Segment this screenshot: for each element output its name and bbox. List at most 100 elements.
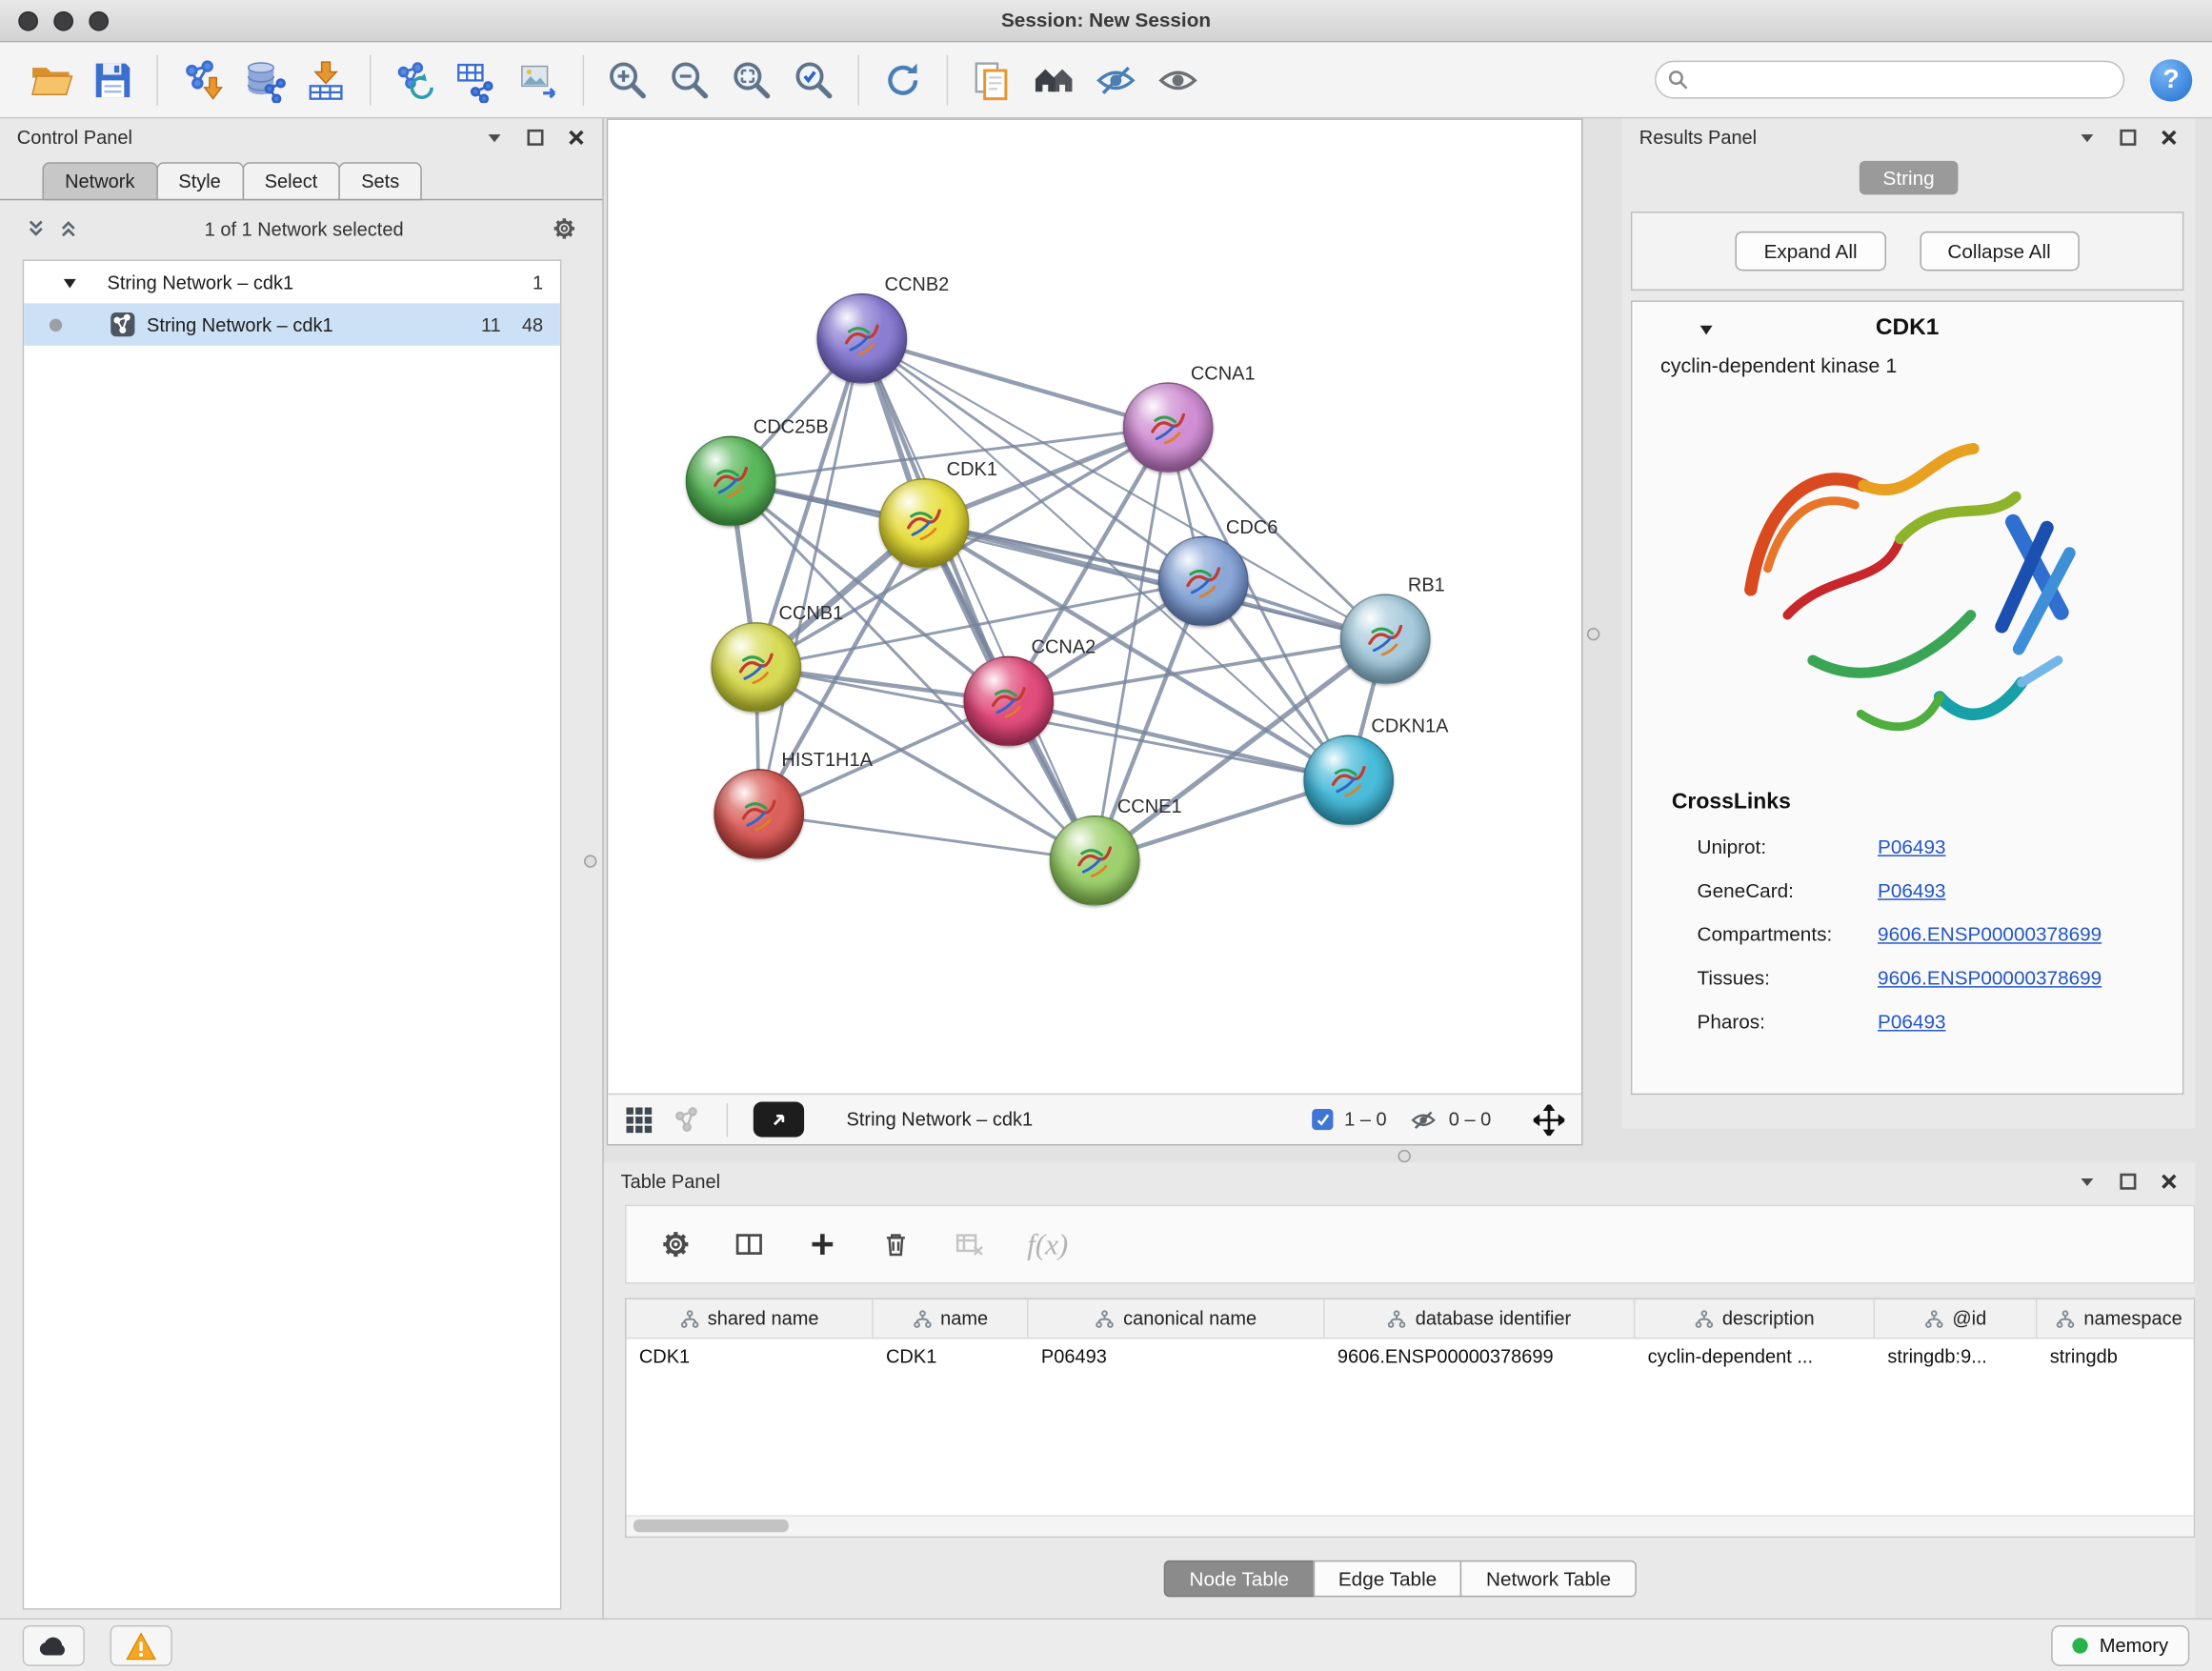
network-edge[interactable] bbox=[759, 814, 1095, 860]
new-network-from-selection-button[interactable] bbox=[384, 49, 446, 111]
function-builder-button[interactable]: f(x) bbox=[1027, 1227, 1068, 1262]
panel-float-button[interactable] bbox=[2119, 128, 2137, 146]
tab-network[interactable]: Network bbox=[42, 162, 157, 200]
window-zoom-button[interactable] bbox=[89, 11, 109, 31]
panel-float-button[interactable] bbox=[526, 128, 544, 146]
network-node-ccna1[interactable] bbox=[1123, 382, 1214, 473]
column-header[interactable]: database identifier bbox=[1325, 1299, 1636, 1338]
import-table-button[interactable] bbox=[295, 49, 357, 111]
crosslink-value-link[interactable]: P06493 bbox=[1878, 878, 1945, 901]
collapse-all-button[interactable]: Collapse All bbox=[1920, 232, 2080, 271]
crosslink-value-link[interactable]: P06493 bbox=[1878, 835, 1945, 857]
network-canvas[interactable]: CCNB2CCNA1CDC25BCDK1CDC6RB1CCNB1CCNA2CDK… bbox=[608, 120, 1581, 1094]
tab-node-table[interactable]: Node Table bbox=[1164, 1560, 1315, 1598]
tab-string[interactable]: String bbox=[1859, 161, 1959, 195]
panel-close-button[interactable] bbox=[2160, 128, 2178, 146]
show-columns-button[interactable] bbox=[734, 1229, 765, 1260]
network-node-label: CDC25B bbox=[754, 416, 829, 437]
birdseye-view-button[interactable] bbox=[625, 1105, 654, 1134]
expand-all-button[interactable]: Expand All bbox=[1736, 232, 1885, 271]
tab-sets[interactable]: Sets bbox=[339, 162, 422, 200]
delete-table-button[interactable] bbox=[954, 1229, 985, 1260]
hide-selected-button[interactable] bbox=[1085, 49, 1147, 111]
column-header[interactable]: namespace bbox=[2037, 1299, 2195, 1338]
network-row[interactable]: String Network – cdk1 11 48 bbox=[24, 303, 560, 345]
network-edge[interactable] bbox=[862, 338, 1095, 860]
table-options-button[interactable] bbox=[660, 1229, 692, 1260]
column-header[interactable]: @id bbox=[1875, 1299, 2037, 1338]
new-network-from-table-button[interactable] bbox=[446, 49, 508, 111]
network-node-cdc25b[interactable] bbox=[686, 436, 776, 527]
network-view-title: String Network – cdk1 bbox=[847, 1109, 1034, 1130]
home-views-button[interactable] bbox=[1023, 49, 1085, 111]
export-image-button[interactable] bbox=[508, 49, 570, 111]
network-node-ccna2[interactable] bbox=[963, 656, 1054, 747]
network-edge[interactable] bbox=[862, 338, 1168, 427]
network-edge[interactable] bbox=[759, 338, 862, 814]
tab-select[interactable]: Select bbox=[242, 162, 340, 200]
save-session-button[interactable] bbox=[82, 49, 144, 111]
refresh-button[interactable] bbox=[872, 49, 934, 111]
network-node-cdkn1a[interactable] bbox=[1303, 735, 1394, 826]
crosslink-value-link[interactable]: 9606.ENSP00000378699 bbox=[1878, 966, 2101, 989]
collapse-section-icon[interactable] bbox=[1697, 320, 1715, 338]
column-header[interactable]: description bbox=[1635, 1299, 1875, 1338]
cloud-status-button[interactable] bbox=[23, 1625, 85, 1666]
duplicate-button[interactable] bbox=[960, 49, 1022, 111]
import-network-file-button[interactable] bbox=[171, 49, 232, 111]
network-node-hist1h1a[interactable] bbox=[714, 769, 804, 859]
window-minimize-button[interactable] bbox=[53, 11, 73, 31]
tab-style[interactable]: Style bbox=[156, 162, 244, 200]
tree-expander-icon[interactable] bbox=[61, 273, 79, 292]
network-node-rb1[interactable] bbox=[1340, 594, 1431, 684]
add-column-button[interactable] bbox=[807, 1229, 838, 1260]
column-header[interactable]: name bbox=[874, 1299, 1029, 1338]
zoom-fit-button[interactable] bbox=[721, 49, 783, 111]
tab-edge-table[interactable]: Edge Table bbox=[1313, 1560, 1462, 1598]
column-header[interactable]: shared name bbox=[627, 1299, 874, 1338]
panel-menu-button[interactable] bbox=[2078, 128, 2096, 146]
move-crosshair-icon[interactable] bbox=[1534, 1104, 1565, 1136]
search-input[interactable] bbox=[1655, 61, 2124, 99]
zoom-selected-button[interactable] bbox=[783, 49, 845, 111]
panel-float-button[interactable] bbox=[2119, 1172, 2137, 1190]
column-header[interactable]: canonical name bbox=[1029, 1299, 1325, 1338]
panel-menu-button[interactable] bbox=[2078, 1172, 2096, 1190]
gene-symbol: CDK1 bbox=[1876, 313, 1940, 340]
network-node-ccnb1[interactable] bbox=[711, 622, 801, 713]
selected-checkbox-icon[interactable] bbox=[1312, 1109, 1333, 1130]
help-button[interactable]: ? bbox=[2150, 58, 2192, 100]
panel-close-button[interactable] bbox=[2160, 1172, 2178, 1190]
warnings-button[interactable] bbox=[111, 1625, 172, 1666]
network-node-label: CCNA1 bbox=[1191, 363, 1256, 384]
zoom-out-button[interactable] bbox=[659, 49, 721, 111]
panel-close-button[interactable] bbox=[567, 128, 585, 146]
vertical-splitter-handle-left[interactable] bbox=[584, 855, 596, 867]
collapse-all-networks-button[interactable] bbox=[58, 217, 79, 240]
network-node-cdk1[interactable] bbox=[879, 478, 970, 569]
show-all-button[interactable] bbox=[1147, 49, 1209, 111]
zoom-in-button[interactable] bbox=[596, 49, 658, 111]
scrollbar-thumb[interactable] bbox=[633, 1520, 789, 1532]
network-node-ccnb2[interactable] bbox=[816, 293, 907, 384]
network-collection-row[interactable]: String Network – cdk1 1 bbox=[24, 261, 560, 303]
network-node-cdc6[interactable] bbox=[1158, 536, 1249, 627]
horizontal-splitter-handle[interactable] bbox=[1398, 1150, 1411, 1162]
vertical-splitter-handle-right[interactable] bbox=[1587, 628, 1599, 640]
network-node-ccne1[interactable] bbox=[1050, 815, 1140, 906]
horizontal-scrollbar[interactable] bbox=[627, 1515, 2194, 1536]
delete-column-button[interactable] bbox=[880, 1229, 912, 1260]
open-session-button[interactable] bbox=[20, 49, 82, 111]
tab-network-table[interactable]: Network Table bbox=[1460, 1560, 1636, 1598]
expand-all-networks-button[interactable] bbox=[26, 217, 47, 240]
network-share-button[interactable] bbox=[673, 1105, 701, 1134]
network-options-button[interactable] bbox=[552, 216, 577, 242]
window-close-button[interactable] bbox=[18, 11, 38, 31]
import-network-database-button[interactable] bbox=[232, 49, 294, 111]
open-in-window-button[interactable] bbox=[754, 1102, 804, 1137]
panel-menu-button[interactable] bbox=[485, 128, 503, 146]
memory-button[interactable]: Memory bbox=[2052, 1625, 2190, 1666]
table-row[interactable]: CDK1CDK1P064939606.ENSP00000378699cyclin… bbox=[627, 1339, 2194, 1376]
crosslink-value-link[interactable]: P06493 bbox=[1878, 1010, 1945, 1033]
crosslink-value-link[interactable]: 9606.ENSP00000378699 bbox=[1878, 922, 2101, 945]
